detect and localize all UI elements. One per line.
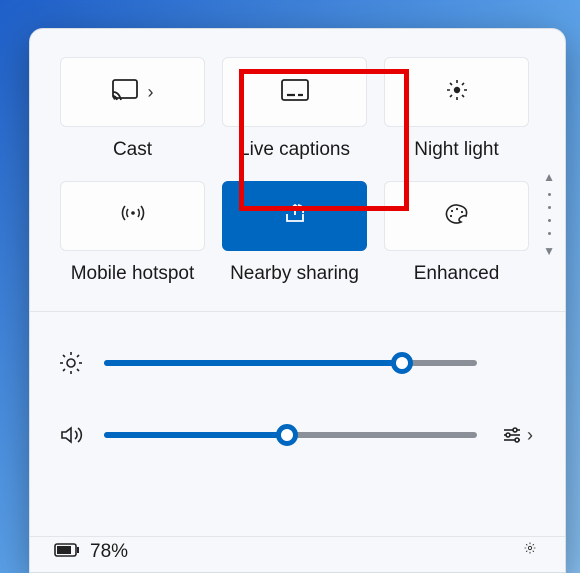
volume-slider[interactable] (104, 432, 477, 438)
night-light-icon (445, 78, 469, 107)
volume-fill (104, 432, 287, 438)
chevron-right-icon: › (148, 82, 154, 103)
brightness-row (58, 340, 537, 386)
battery-status[interactable]: 78% (54, 541, 128, 563)
tile-hotspot-wrap: Mobile hotspot (60, 181, 205, 285)
tile-enhanced-label: Enhanced (414, 263, 500, 285)
tile-nightlight-label: Night light (414, 139, 499, 161)
tile-nearby-wrap: Nearby sharing (222, 181, 367, 285)
tile-cast[interactable]: › (60, 57, 205, 127)
brightness-slider[interactable] (104, 360, 477, 366)
battery-icon (54, 541, 80, 563)
tile-hotspot-label: Mobile hotspot (71, 263, 195, 285)
brightness-fill (104, 360, 402, 366)
captions-icon (281, 79, 309, 106)
tile-live-captions[interactable] (222, 57, 367, 127)
settings-button[interactable] (519, 541, 541, 559)
tiles-grid: › Cast Live captions (30, 29, 565, 301)
tile-captions-wrap: Live captions (222, 57, 367, 161)
brightness-thumb[interactable] (391, 352, 413, 374)
tile-nightlight-wrap: Night light (384, 57, 529, 161)
mixer-icon (501, 426, 523, 444)
volume-thumb[interactable] (276, 424, 298, 446)
volume-icon (58, 423, 84, 447)
quick-settings-panel: › Cast Live captions (29, 28, 566, 573)
share-icon (283, 203, 307, 230)
tile-nearby-label: Nearby sharing (230, 263, 359, 285)
tile-mobile-hotspot[interactable] (60, 181, 205, 251)
scroll-down-icon[interactable]: ▼ (543, 245, 555, 257)
tiles-scroll-indicator[interactable]: ▲ ▼ (543, 171, 555, 257)
gear-icon (519, 542, 541, 554)
sliders-section: › (30, 312, 565, 458)
palette-icon (444, 203, 470, 230)
tile-enhanced[interactable] (384, 181, 529, 251)
volume-row: › (58, 412, 537, 458)
tile-night-light[interactable] (384, 57, 529, 127)
battery-percent: 78% (90, 541, 128, 563)
scroll-up-icon[interactable]: ▲ (543, 171, 555, 183)
tile-cast-label: Cast (113, 139, 152, 161)
sound-output-button[interactable]: › (497, 425, 537, 446)
brightness-icon (58, 351, 84, 375)
tile-captions-label: Live captions (239, 139, 350, 161)
tile-enhanced-wrap: Enhanced (384, 181, 529, 285)
hotspot-icon (120, 203, 146, 230)
tile-cast-wrap: › Cast (60, 57, 205, 161)
cast-icon (112, 79, 138, 106)
chevron-right-icon: › (527, 425, 533, 446)
bottom-bar: 78% (30, 536, 565, 572)
tile-nearby-sharing[interactable] (222, 181, 367, 251)
